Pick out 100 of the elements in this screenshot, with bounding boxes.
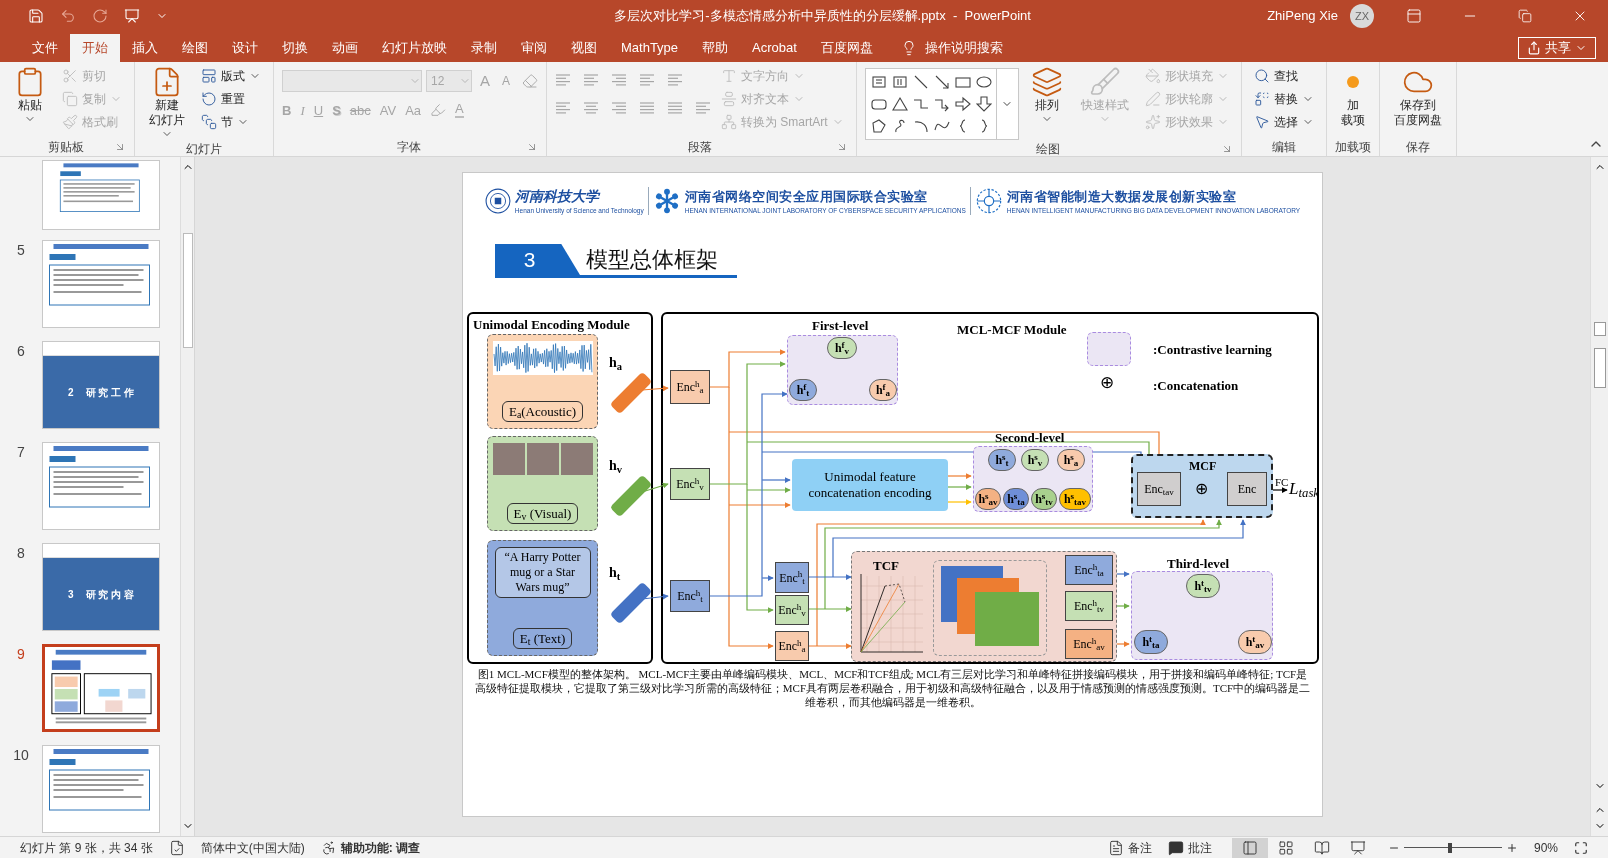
user-avatar[interactable]: ZX (1350, 4, 1374, 28)
replace-icon (1253, 91, 1270, 107)
menu-tab[interactable]: 录制 (459, 34, 509, 62)
save-icon[interactable] (28, 8, 44, 24)
menu-tab[interactable]: 审阅 (509, 34, 559, 62)
add-ins-button[interactable]: 加 载项 (1334, 62, 1371, 128)
rounded-rectangle-icon[interactable] (870, 96, 887, 112)
tcf-title: TCF (873, 557, 899, 575)
share-button[interactable]: 共享 (1518, 37, 1596, 59)
dialog-launcher-icon[interactable] (114, 141, 126, 153)
menu-tab[interactable]: 切换 (270, 34, 320, 62)
scroll-thumb[interactable] (1593, 348, 1606, 388)
slide-thumbnail[interactable] (42, 745, 160, 833)
circuit-logo-icon (974, 187, 1003, 215)
paste-button[interactable]: 粘贴 (8, 62, 52, 125)
align-right-icon[interactable] (611, 100, 628, 116)
menu-tab[interactable]: Acrobat (740, 34, 809, 62)
decrease-indent-icon[interactable] (611, 72, 628, 88)
scroll-thumb[interactable] (182, 233, 193, 348)
down-arrow-icon[interactable] (975, 96, 992, 112)
slide-thumbnail[interactable] (42, 160, 160, 231)
concatenation-symbol: ⊕ (1100, 374, 1114, 391)
undo-icon[interactable] (60, 8, 76, 24)
view-button[interactable] (1231, 837, 1268, 858)
save-to-cloud-button[interactable]: 保存到 百度网盘 (1387, 62, 1448, 128)
figure-caption: 图1 MCL-MCF模型的整体架构。 MCL-MCF主要由单峰编码模块、MCL、MCF和TCF组成; MCL有三层对比学习和单峰特征拼接编码模块，用于拼接和编码单峰特征; TCF是高级特征提取模块，它提取了第三级对比学习所需的高级特征；MCF具有两层卷积融合，用于初级和高级特征融合，以及用于情感预测的情感强度预测。TCF中的编码器是二维卷积，而其他编码器是一维卷积。 (473, 667, 1312, 709)
menu-tab[interactable]: MathType (609, 34, 691, 62)
vertical-scrollbar[interactable] (1590, 157, 1608, 836)
slide-thumbnail[interactable]: 3 研 究 内 容 (42, 543, 160, 632)
find-button[interactable]: 查找 (1249, 66, 1318, 86)
language-button[interactable]: 简体中文(中国大陆) (200, 838, 305, 857)
level-title: Second-level (995, 429, 1065, 447)
accessibility-button[interactable]: 辅助功能: 调查 (340, 838, 421, 857)
justify-icon[interactable] (639, 100, 656, 116)
presentation-icon[interactable] (124, 8, 140, 24)
align-center-icon[interactable] (583, 100, 600, 116)
triangle-icon[interactable] (891, 96, 908, 112)
accessibility-icon[interactable] (320, 839, 337, 856)
thumbnail-scrollbar[interactable] (180, 157, 194, 836)
increase-indent-icon[interactable] (639, 72, 656, 88)
restore-icon[interactable] (1518, 9, 1532, 23)
slide-thumbnail[interactable] (42, 442, 160, 531)
columns-icon[interactable] (695, 100, 712, 116)
menu-tab[interactable]: 动画 (320, 34, 370, 62)
right-arrow-icon[interactable] (954, 96, 971, 112)
slide-thumbnail[interactable] (42, 240, 160, 329)
menu-tab[interactable]: 绘图 (170, 34, 220, 62)
menu-tab[interactable]: 设计 (220, 34, 270, 62)
user-name: ZhiPeng Xie (1267, 7, 1338, 26)
reset-button[interactable]: 重置 (197, 89, 265, 109)
encoder-label: E$_{a}$(Acoustic) (501, 400, 584, 422)
clear-formatting-icon[interactable] (522, 73, 539, 90)
arc-icon[interactable] (912, 118, 929, 134)
zoom-slider-thumb[interactable] (1448, 842, 1452, 853)
photo-placeholder (560, 443, 593, 475)
freeform-icon[interactable] (870, 118, 887, 134)
menu-tab[interactable]: 文件 (20, 34, 70, 62)
zoom-slider[interactable] (1403, 842, 1502, 853)
line-spacing-icon[interactable] (667, 72, 684, 88)
text-box-icon[interactable] (870, 74, 887, 90)
shape-gallery[interactable] (864, 68, 997, 140)
replace-button[interactable]: 替换 (1249, 89, 1318, 109)
line-icon[interactable] (912, 74, 929, 90)
numbering-icon[interactable] (583, 72, 600, 88)
slide-thumbnail[interactable]: 2 研 究 工 作 (42, 341, 160, 430)
redo-icon[interactable] (92, 8, 108, 24)
spelling-check-icon[interactable] (168, 839, 185, 856)
distribute-icon[interactable] (667, 100, 684, 116)
align-left-icon[interactable] (555, 100, 572, 116)
ribbon-display-icon[interactable] (1406, 8, 1422, 24)
slide-number: 6 (17, 342, 25, 362)
menu-tab[interactable]: 插入 (120, 34, 170, 62)
menu-tab[interactable]: 百度网盘 (808, 34, 885, 62)
tell-me-search[interactable]: 操作说明搜索 (924, 38, 1003, 58)
elbow-arrow-icon[interactable] (933, 96, 950, 112)
cursor-icon (1253, 114, 1270, 130)
layout-button[interactable]: 版式 (197, 66, 265, 86)
menu-tab[interactable]: 帮助 (690, 34, 741, 62)
fit-to-window-icon[interactable] (1574, 840, 1588, 855)
menu-tab[interactable]: 开始 (70, 34, 120, 62)
select-button[interactable]: 选择 (1249, 112, 1318, 132)
notes-button[interactable]: 备注 (1127, 838, 1152, 857)
slide-thumbnail[interactable] (42, 644, 160, 733)
menu-tab[interactable]: 幻灯片放映 (370, 34, 459, 62)
comments-button[interactable]: 批注 (1187, 838, 1212, 857)
slide-counter: 幻灯片 第 9 张，共 34 张 (20, 839, 153, 857)
copy-icon (62, 91, 78, 107)
search-icon (1253, 68, 1270, 84)
scroll-thumb[interactable] (1593, 322, 1606, 336)
zoom-in-icon[interactable] (1505, 841, 1518, 854)
concatenation-encoding-block: Unimodal feature concatenation encoding (792, 459, 948, 511)
arrow-line-icon[interactable] (933, 74, 950, 90)
oval-icon[interactable] (975, 74, 992, 90)
arrange-button[interactable]: 排列 (1024, 62, 1069, 125)
group-label: 加载项 (1334, 139, 1371, 156)
new-slide-button[interactable]: 新建 幻灯片 (143, 62, 191, 140)
concatenation-symbol: ⊕ (1195, 481, 1208, 497)
menu-tab[interactable]: 视图 (559, 34, 609, 62)
section-number: 3 (523, 249, 536, 270)
section-button[interactable]: 节 (197, 112, 265, 132)
